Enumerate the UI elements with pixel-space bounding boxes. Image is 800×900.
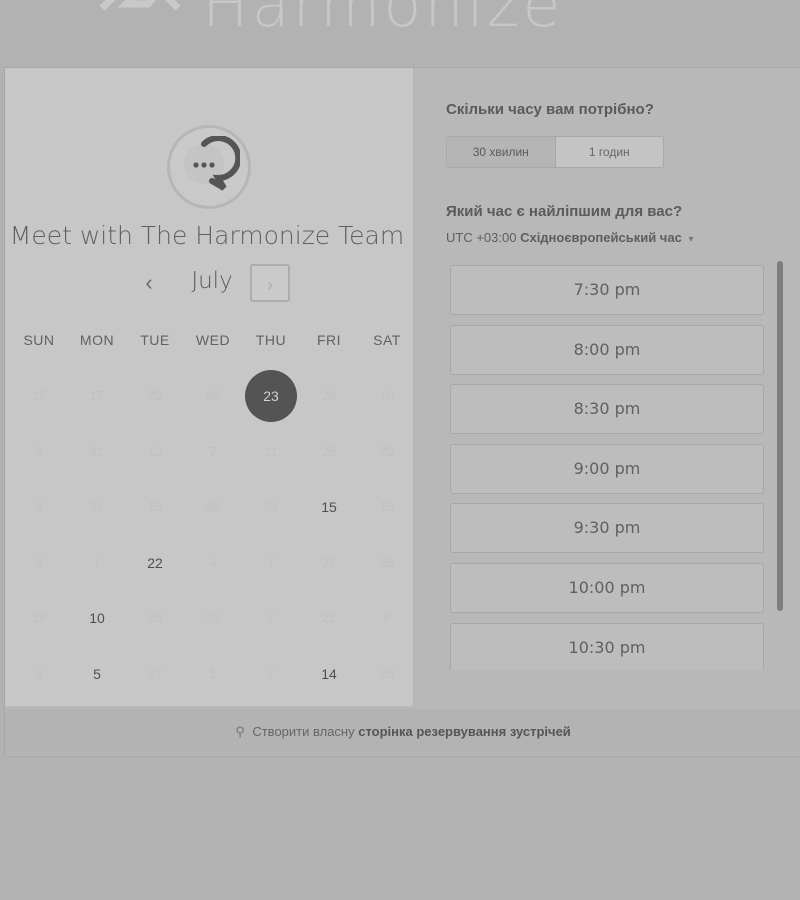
calendar-day[interactable]: 15	[303, 481, 355, 533]
calendar-day: 28	[205, 610, 221, 625]
calendar-day: 27	[147, 665, 163, 681]
calendar-day: 6	[35, 554, 43, 570]
calendar-day: 7	[267, 610, 275, 625]
weekday-sat: SAT	[373, 332, 401, 348]
chevron-down-icon: ▾	[688, 234, 694, 245]
calendar-day: 28	[147, 610, 163, 625]
harmonize-logo-icon	[99, 0, 180, 11]
calendar-day: 24	[263, 499, 279, 514]
calendar-grid: 15 17 22 26 23 28 10 3 31 13 7 11 25 22 8 31 15 25 24 15 18 6…	[5, 368, 411, 703]
weekday-mon: MON	[79, 332, 115, 348]
calendar-day: 22	[147, 388, 163, 403]
calendar-day: 8	[35, 499, 43, 514]
calendar-day: 7	[267, 665, 275, 681]
calendar-day: 26	[205, 388, 221, 403]
calendar-day[interactable]: 14	[303, 648, 355, 700]
duration-question: Скільки часу вам потрібно?	[446, 101, 654, 118]
calendar-day: 22	[321, 610, 337, 625]
brand-name: Harmonize	[202, 0, 564, 28]
chat-bubble-icon	[184, 136, 240, 191]
calendar-day: 28	[321, 388, 337, 403]
create-booking-page-link[interactable]: сторінка резервування зустрічей	[358, 724, 571, 739]
plug-icon: ⚲	[235, 724, 245, 739]
timezone-offset: UTC +03:00	[446, 230, 517, 245]
time-slot-scrollbar[interactable]	[777, 261, 783, 611]
calendar-day: 7	[209, 443, 217, 459]
calendar-day: 27	[321, 554, 337, 570]
calendar-day: 31	[89, 499, 105, 514]
calendar-day: 4	[209, 554, 217, 570]
calendar-day: 16	[31, 610, 47, 625]
footer: ⚲ Створити власну сторінка резервування …	[5, 709, 800, 755]
calendar-day: 18	[379, 499, 395, 514]
timezone-selector[interactable]: UTC +03:00 Східноєвропейський час ▾	[446, 230, 693, 245]
time-slot-button[interactable]: 8:30 pm	[450, 384, 764, 435]
calendar-day: 13	[147, 443, 163, 459]
time-slot-button[interactable]: 10:30 pm	[450, 622, 764, 670]
calendar-day: 31	[89, 443, 105, 459]
calendar-day: 6	[383, 610, 391, 625]
next-month-button[interactable]: ›	[250, 264, 290, 302]
calendar-day: 15	[147, 499, 163, 514]
duration-toggle: 30 хвилин 1 годин	[446, 136, 664, 168]
calendar-day-selected[interactable]: 23	[245, 370, 297, 422]
host-title: Meet with The Harmonize Team	[9, 221, 405, 250]
time-question: Який час є найліпшим для вас?	[446, 203, 683, 220]
calendar-day: 25	[321, 443, 337, 459]
calendar-day: 22	[379, 443, 395, 459]
calendar-day: 17	[89, 388, 105, 403]
weekday-thu: THU	[255, 332, 287, 348]
duration-option-1hour[interactable]: 1 годин	[556, 137, 664, 167]
weekday-header: SUN MON TUE WED THU FRI SAT	[5, 332, 411, 352]
prev-month-button[interactable]: ‹	[135, 266, 163, 300]
weekday-sun: SUN	[23, 332, 55, 348]
weekday-fri: FRI	[316, 332, 342, 348]
footer-prefix: Створити власну	[252, 724, 355, 739]
calendar-day: 26	[379, 554, 395, 570]
time-slot-button[interactable]: 10:00 pm	[450, 563, 764, 613]
duration-option-30min[interactable]: 30 хвилин	[447, 137, 556, 167]
calendar-day: 10	[379, 388, 395, 403]
time-slot-button[interactable]: 9:30 pm	[450, 503, 764, 554]
calendar-day: 7	[267, 554, 275, 570]
brand-header: Harmonize	[90, 0, 770, 28]
calendar-day: 25	[205, 499, 221, 514]
calendar-day: 15	[31, 388, 47, 403]
time-slot-list: 7:30 pm 8:00 pm 8:30 pm 9:00 pm 9:30 pm 10:00…	[448, 264, 766, 670]
time-slot-button[interactable]: 7:30 pm	[450, 265, 764, 315]
time-slot-button[interactable]: 9:00 pm	[450, 443, 764, 494]
calendar-day: 28	[379, 665, 395, 681]
calendar-day[interactable]: 22	[129, 537, 181, 589]
calendar-day[interactable]: 5	[71, 648, 123, 700]
calendar-day: 11	[264, 443, 278, 459]
month-label: July	[191, 268, 233, 294]
time-pane: Скільки часу вам потрібно? 30 хвилин 1 г…	[414, 68, 800, 706]
booking-card: Meet with The Harmonize Team ‹ July › SU…	[4, 67, 800, 757]
calendar-pane: Meet with The Harmonize Team ‹ July › SU…	[5, 68, 414, 706]
avatar	[167, 125, 251, 209]
calendar-day: 3	[35, 665, 43, 681]
calendar-day: 1	[93, 554, 101, 570]
weekday-tue: TUE	[140, 332, 170, 348]
timezone-name: Східноєвропейський час	[520, 230, 682, 245]
calendar-day: 3	[35, 443, 43, 459]
calendar-day: 1	[209, 665, 217, 681]
time-slot-button[interactable]: 8:00 pm	[450, 324, 764, 375]
calendar-day[interactable]: 10	[71, 592, 123, 644]
weekday-wed: WED	[195, 332, 231, 348]
